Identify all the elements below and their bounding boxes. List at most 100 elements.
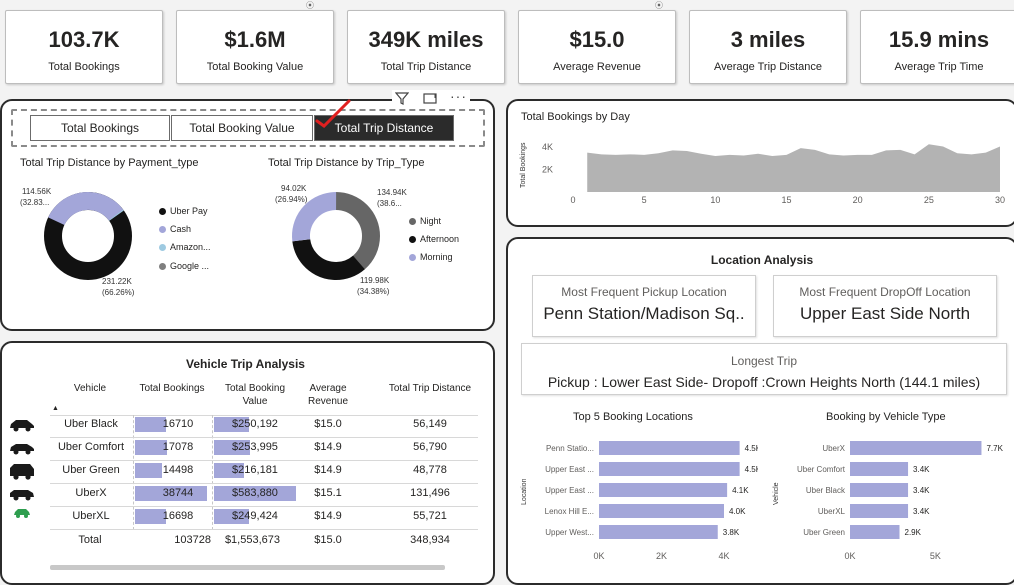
kpi-card-average-trip-time: 15.9 mins Average Trip Time (860, 10, 1014, 84)
donut-label: 231.22K (102, 277, 132, 286)
data-label: 3.4K (913, 465, 930, 474)
focus-mode-icon[interactable] (423, 91, 437, 105)
pickup-title: Most Frequent Pickup Location (561, 285, 727, 299)
column-header-total-bookings[interactable]: Total Bookings (133, 382, 211, 395)
filter-icon[interactable] (395, 91, 409, 105)
total-bookings-value: 14498 (162, 464, 194, 476)
legend-dot-icon (409, 218, 416, 226)
category-label: Upper East ... (545, 465, 594, 474)
horizontal-scrollbar[interactable] (50, 565, 445, 570)
vehicle-table-title: Vehicle Trip Analysis (186, 357, 305, 371)
donut-trip-title: Total Trip Distance by Trip_Type (268, 157, 425, 169)
kpi-value: 15.9 mins (888, 27, 990, 52)
column-header-average-revenue[interactable]: Average Revenue (300, 382, 356, 408)
category-label: Uber Green (803, 528, 845, 537)
category-label: Upper West... (545, 528, 594, 537)
data-label: 2.9K (905, 528, 922, 537)
bar[interactable] (850, 483, 909, 497)
y-tick-label: 4K (542, 142, 553, 152)
total-bookings-value: 16698 (162, 510, 194, 522)
donut-payment-title: Total Trip Distance by Payment_type (20, 157, 199, 169)
kpi-label: Total Bookings (48, 61, 120, 73)
legend-item[interactable]: Night (409, 216, 441, 226)
total-bookings-value: 38744 (162, 487, 194, 499)
legend-item[interactable]: Cash (159, 224, 191, 234)
table-total-line (50, 529, 478, 530)
vehicle-trip-panel (0, 341, 495, 585)
data-label: 3.4K (913, 507, 930, 516)
bar[interactable] (850, 462, 909, 476)
average-revenue-value: $14.9 (314, 464, 342, 476)
drag-handle-icon[interactable]: ⦿ (655, 0, 665, 10)
total-booking-value: $250,192 (232, 418, 278, 430)
row-divider (50, 506, 478, 507)
bar[interactable] (850, 441, 982, 455)
kpi-value: 3 miles (730, 27, 806, 52)
top5-locations-chart: Location Penn Statio... 4.5K Upper East ...… (521, 441, 758, 561)
bar[interactable] (599, 462, 740, 476)
data-label: 3.4K (913, 486, 930, 495)
data-label: 7.7K (986, 444, 1003, 453)
donut-label: 119.98K (360, 276, 390, 285)
drag-handle-icon[interactable]: ⦿ (306, 0, 316, 10)
pickup-value: Penn Station/Madison Sq.. (543, 304, 745, 323)
dropoff-card: Most Frequent DropOff Location Upper Eas… (773, 275, 997, 337)
bar[interactable] (850, 525, 900, 539)
sort-arrow-icon[interactable]: ▲ (52, 405, 59, 412)
column-header-vehicle[interactable]: Vehicle (55, 382, 125, 395)
top5-title: Top 5 Booking Locations (573, 411, 693, 423)
car-icon (10, 420, 34, 432)
longest-trip-card: Longest Trip Pickup : Lower East Side- D… (521, 343, 1007, 395)
area-series[interactable] (587, 144, 1000, 192)
x-tick-label: 2K (656, 551, 667, 561)
legend-item[interactable]: Uber Pay (159, 206, 208, 216)
slicer-button-total-booking-value[interactable]: Total Booking Value (171, 115, 313, 141)
vehicle-type-title: Booking by Vehicle Type (826, 411, 946, 423)
category-label: Penn Statio... (546, 444, 594, 453)
longest-trip-value: Pickup : Lower East Side- Dropoff :Crown… (547, 374, 981, 390)
location-title: Location Analysis (710, 253, 814, 267)
car-icon (10, 490, 34, 501)
more-options-icon[interactable]: ··· (450, 88, 467, 104)
trip-distance-value: 55,721 (413, 510, 447, 522)
legend-item[interactable]: Morning (409, 252, 453, 262)
legend-dot-icon (159, 244, 166, 252)
vehicle-name: Uber Black (64, 418, 118, 430)
kpi-label: Total Booking Value (206, 61, 304, 73)
area-chart: Total Bookings 2K 4K 0 5 10 15 20 25 30 (520, 142, 1005, 205)
green-car-icon (14, 509, 30, 518)
total-bookings: 103728 (174, 534, 211, 546)
vehicle-type-chart: Vehicle UberX 7.7K Uber Comfort 3.4K Uber Bla… (773, 441, 1004, 561)
kpi-value: 103.7K (48, 27, 120, 52)
column-header-total-booking-value[interactable]: Total Booking Value (215, 382, 295, 408)
donut-label-pct: (26.94%) (275, 195, 308, 204)
data-label: 4.5K (745, 444, 758, 453)
total-bookings-value: 17078 (162, 441, 194, 453)
legend-item[interactable]: Amazon... (159, 242, 211, 252)
row-divider (50, 437, 478, 438)
kpi-label: Average Revenue (553, 61, 641, 73)
donut-label: 114.56K (22, 187, 52, 196)
column-separator (212, 415, 213, 530)
donut-label-pct: (34.38%) (357, 287, 390, 296)
bar[interactable] (599, 525, 718, 539)
legend-item[interactable]: Afternoon (409, 234, 459, 244)
column-header-total-trip-distance[interactable]: Total Trip Distance (370, 382, 490, 395)
kpi-label: Average Trip Time (894, 61, 984, 73)
checkmark-annotation-icon (315, 99, 351, 128)
slicer-button-total-bookings[interactable]: Total Bookings (30, 115, 170, 141)
donut-label: 94.02K (281, 184, 307, 193)
category-label: UberXL (818, 507, 846, 516)
bar[interactable] (850, 504, 909, 518)
bar[interactable] (599, 483, 728, 497)
pickup-card: Most Frequent Pickup Location Penn Stati… (532, 275, 756, 337)
bar[interactable] (599, 504, 724, 518)
legend-dot-icon (159, 226, 166, 234)
data-label: 4.1K (732, 486, 749, 495)
x-tick-label: 0K (593, 551, 604, 561)
average-revenue-value: $14.9 (314, 441, 342, 453)
x-tick-label: 5K (930, 551, 941, 561)
x-tick-label: 20 (853, 195, 863, 205)
bar[interactable] (599, 441, 740, 455)
legend-item[interactable]: Google ... (159, 261, 209, 271)
